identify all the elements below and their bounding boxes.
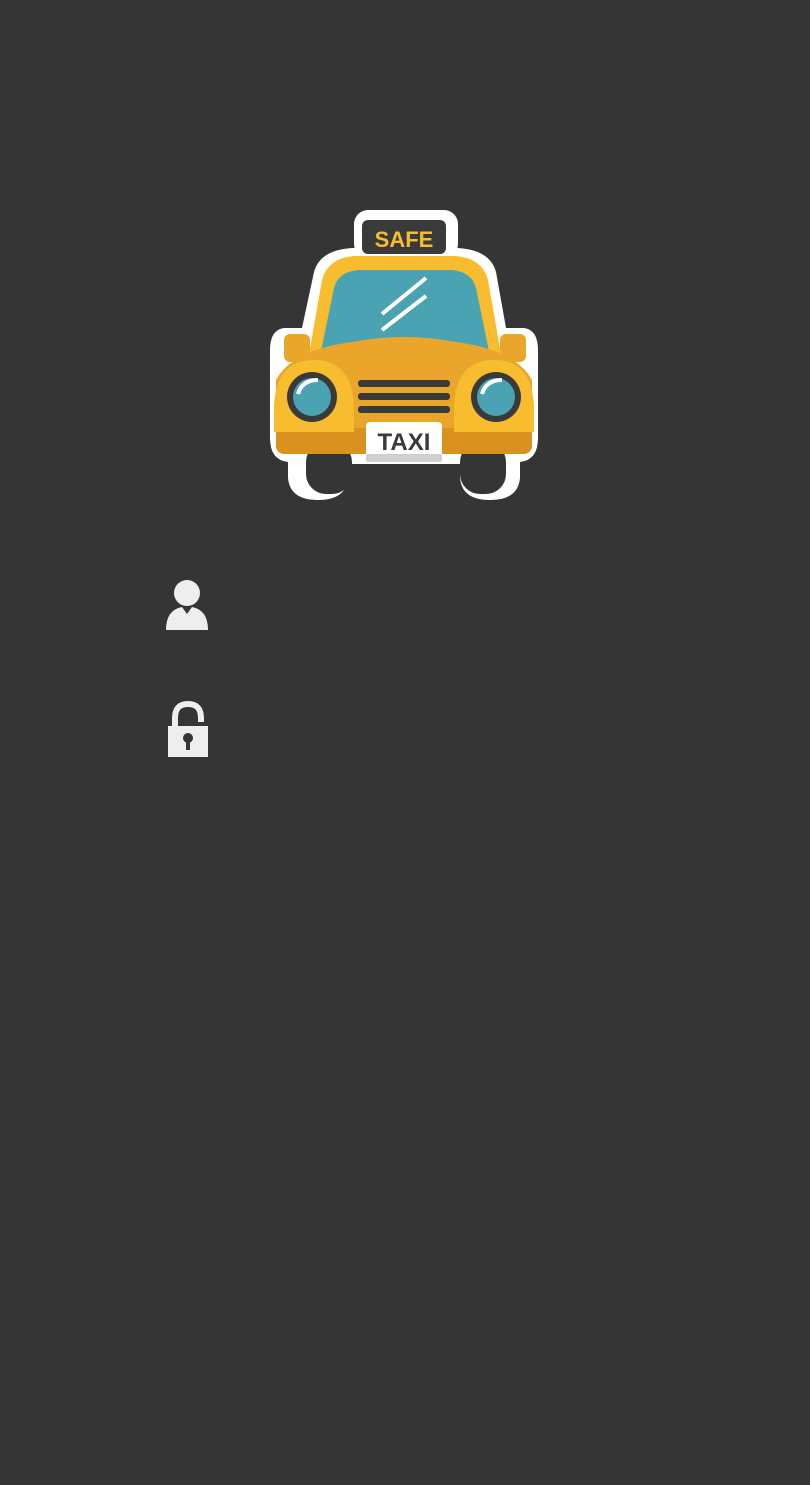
license-plate-text: TAXI	[378, 429, 431, 456]
taxi-car-icon: SAFE TAXI	[270, 210, 538, 500]
lock-icon	[160, 700, 214, 760]
user-icon	[160, 576, 214, 636]
username-input[interactable]	[232, 584, 656, 630]
roof-sign-text: SAFE	[375, 227, 434, 252]
username-field[interactable]	[160, 576, 660, 636]
taxi-logo: SAFE TAXI	[262, 210, 546, 502]
login-screen: SAFE TAXI	[0, 0, 810, 1485]
password-input[interactable]	[232, 708, 656, 754]
password-field[interactable]	[160, 700, 660, 760]
